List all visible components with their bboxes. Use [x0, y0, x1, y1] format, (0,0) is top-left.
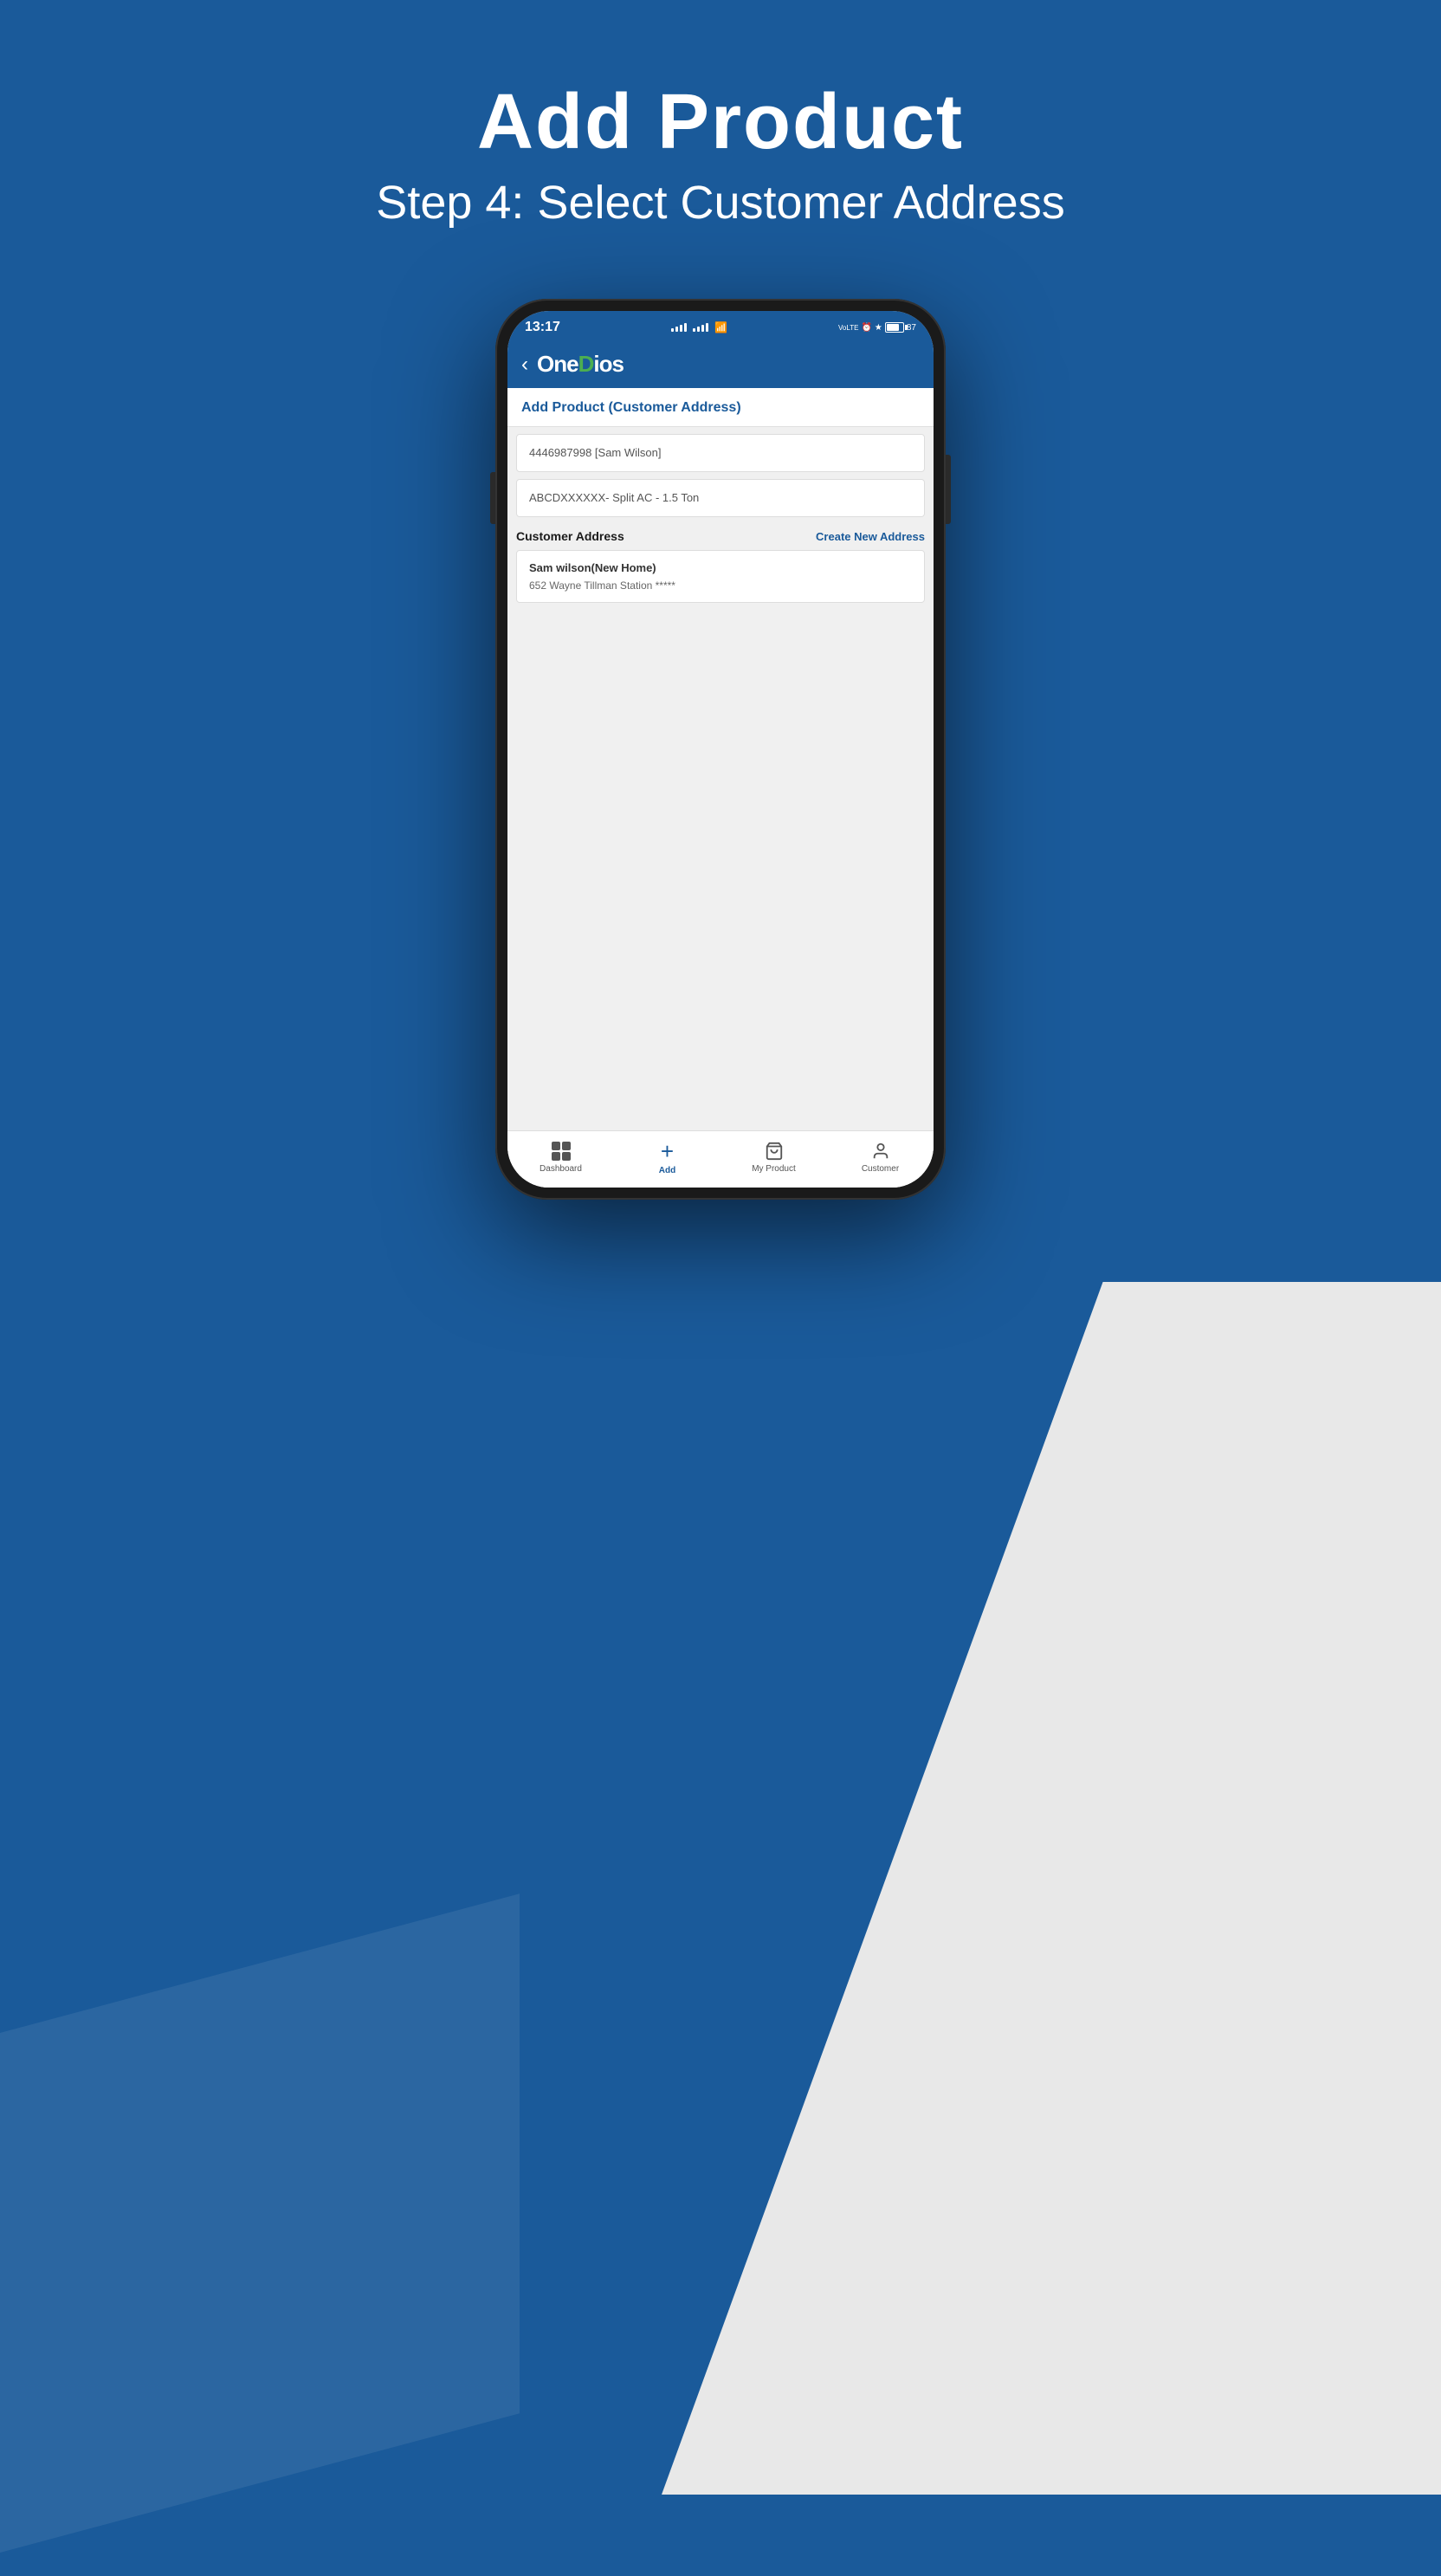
- battery-percent: 87: [907, 323, 916, 333]
- section-header: Add Product (Customer Address): [507, 388, 934, 427]
- bar7: [701, 325, 704, 332]
- app-content: Add Product (Customer Address) 444698799…: [507, 388, 934, 1188]
- alarm-icon: ⏰: [861, 323, 871, 333]
- nav-item-dashboard[interactable]: Dashboard: [535, 1142, 587, 1174]
- dashboard-icon: [552, 1142, 571, 1161]
- phone-wrapper: 13:17 📶: [495, 299, 946, 1200]
- app-header: ‹ OneDios: [507, 340, 934, 388]
- status-right-icons: VoLTE ⏰ ★ 87: [838, 322, 916, 333]
- nav-label-add: Add: [659, 1166, 675, 1175]
- nav-label-dashboard: Dashboard: [540, 1164, 582, 1174]
- signal-bars-2: [693, 323, 708, 332]
- volte-icon: VoLTE: [838, 324, 858, 332]
- bluetooth-icon: ★: [875, 323, 882, 333]
- page-title: Add Product: [376, 78, 1064, 167]
- bg-shape-left: [0, 1893, 520, 2576]
- product-field-value: ABCDXXXXXX- Split AC - 1.5 Ton: [529, 491, 699, 504]
- bar5: [693, 328, 695, 332]
- address-card[interactable]: Sam wilson(New Home) 652 Wayne Tillman S…: [516, 550, 925, 603]
- wifi-icon: 📶: [714, 321, 727, 333]
- address-card-detail: 652 Wayne Tillman Station *****: [529, 579, 912, 592]
- nav-label-my-product: My Product: [752, 1164, 796, 1174]
- address-section-header: Customer Address Create New Address: [516, 529, 925, 543]
- person-icon: [871, 1142, 890, 1161]
- bar4: [684, 323, 687, 332]
- nav-label-customer: Customer: [862, 1164, 899, 1174]
- bar8: [706, 323, 708, 332]
- bar1: [671, 328, 674, 332]
- logo-d: D: [578, 351, 594, 377]
- customer-field: 4446987998 [Sam Wilson]: [516, 434, 925, 472]
- side-button-right: [946, 455, 951, 524]
- add-icon: +: [661, 1140, 674, 1162]
- logo-text-one: One: [537, 351, 578, 377]
- product-field: ABCDXXXXXX- Split AC - 1.5 Ton: [516, 479, 925, 517]
- content-space: [507, 603, 934, 1130]
- section-title: Add Product (Customer Address): [521, 400, 741, 415]
- bar6: [697, 327, 700, 332]
- nav-item-add[interactable]: + Add: [642, 1140, 694, 1175]
- bar2: [675, 327, 678, 332]
- cart-icon: [765, 1142, 784, 1161]
- side-button-left: [490, 472, 495, 524]
- app-logo: OneDios: [537, 351, 624, 378]
- customer-field-value: 4446987998 [Sam Wilson]: [529, 446, 661, 459]
- create-new-address-button[interactable]: Create New Address: [816, 530, 925, 543]
- bar3: [680, 325, 682, 332]
- logo-text-ios: ios: [593, 351, 624, 377]
- page-subtitle: Step 4: Select Customer Address: [376, 176, 1064, 230]
- nav-item-my-product[interactable]: My Product: [748, 1142, 800, 1174]
- battery-fill: [887, 324, 899, 331]
- nav-item-customer[interactable]: Customer: [855, 1142, 907, 1174]
- signal-bars: [671, 323, 687, 332]
- phone-device: 13:17 📶: [495, 299, 946, 1200]
- phone-screen: 13:17 📶: [507, 311, 934, 1188]
- back-button[interactable]: ‹: [521, 354, 528, 375]
- battery-icon: [885, 322, 904, 333]
- page-title-area: Add Product Step 4: Select Customer Addr…: [376, 78, 1064, 230]
- status-bar: 13:17 📶: [507, 311, 934, 340]
- bg-shape-right: [662, 1282, 1441, 2495]
- status-time: 13:17: [525, 320, 560, 335]
- address-card-name: Sam wilson(New Home): [529, 561, 912, 574]
- bottom-nav: Dashboard + Add My Produc: [507, 1130, 934, 1188]
- address-section-label: Customer Address: [516, 529, 624, 543]
- status-icons: 📶: [671, 321, 727, 333]
- address-section: Customer Address Create New Address Sam …: [516, 529, 925, 603]
